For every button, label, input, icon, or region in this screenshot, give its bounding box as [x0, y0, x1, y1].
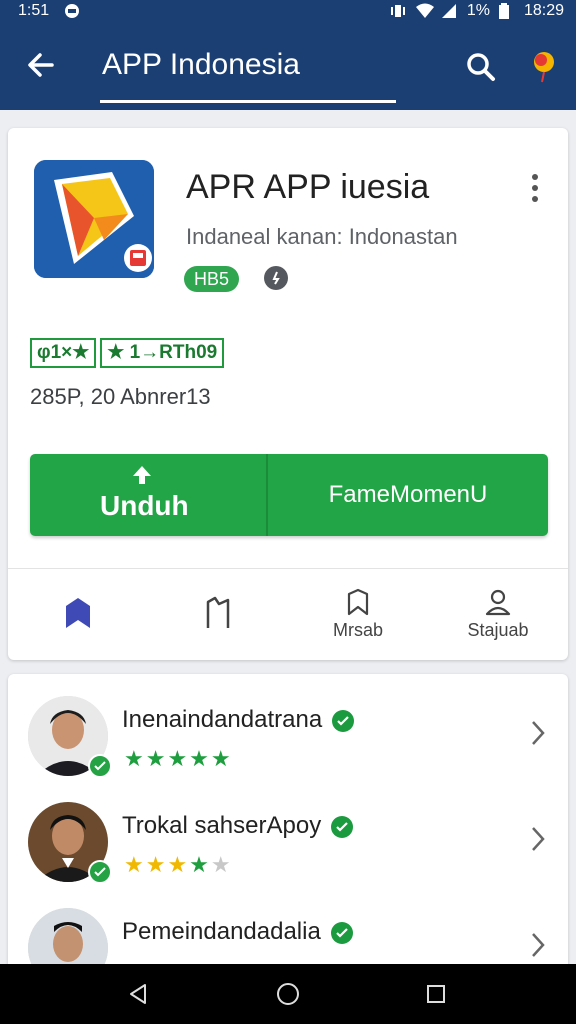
app-name: APR APP iuesia [186, 168, 430, 206]
star-rating: ★★★★★ [124, 852, 233, 878]
app-details-card: APR APP iuesia Indaneal kanan: Indonasta… [8, 128, 568, 660]
tab-bookmark[interactable] [148, 569, 288, 660]
battery-percent: 1% [466, 2, 490, 19]
vibrate-icon [389, 3, 407, 19]
review-item[interactable]: Inenaindandatrana ★★★★★ [8, 696, 568, 796]
square-recents-icon [427, 985, 445, 1003]
review-item[interactable]: Trokal sahserApoy ★★★★★ [8, 802, 568, 902]
more-options-button[interactable] [520, 168, 550, 208]
tab-home[interactable] [8, 569, 148, 660]
tab-label: Mrsab [332, 620, 383, 640]
signal-icon [441, 3, 459, 19]
circle-home-icon [277, 983, 299, 1005]
reviews-card: Inenaindandatrana ★★★★★ Trokal sahserApo… [8, 674, 568, 974]
back-arrow-icon [28, 53, 54, 77]
reviewer-name: Pemeindandadalia [122, 918, 321, 945]
star-rating-filled: ★★★★★ [124, 746, 233, 771]
verified-check-icon [332, 709, 355, 732]
battery-icon [498, 3, 516, 19]
app-logo-icon [34, 160, 154, 278]
status-time-left: 1:51 [18, 2, 50, 19]
nav-recents-button[interactable] [420, 978, 452, 1010]
search-icon [467, 53, 495, 81]
tab-wishlist[interactable]: Mrsab [288, 569, 428, 660]
rating-badge-2: ★ 1→RTh09 [100, 338, 225, 368]
chevron-right-icon[interactable] [528, 930, 548, 960]
bookmark-icon [206, 596, 230, 628]
rating-row: φ1×★ ★ 1→RTh09 [30, 338, 225, 368]
reviewer-name: Inenaindandatrana [122, 706, 323, 733]
nav-home-button[interactable] [272, 978, 304, 1010]
page-title: APP Indonesia [102, 48, 300, 81]
app-bar: APP Indonesia [0, 24, 576, 110]
rating-badge-1: φ1×★ [30, 338, 97, 368]
chevron-right-icon[interactable] [528, 718, 548, 748]
verified-badge-icon [88, 860, 112, 884]
bookmark-outline-icon [347, 588, 369, 616]
search-button[interactable] [460, 46, 502, 88]
more-dot-icon [532, 174, 538, 180]
more-dot-icon [532, 196, 538, 202]
chevron-right-icon[interactable] [528, 824, 548, 854]
verified-check-icon [331, 815, 354, 838]
tab-account[interactable]: Stajuab [428, 569, 568, 660]
wifi-icon [415, 3, 434, 19]
triangle-back-icon [130, 984, 146, 1004]
status-bar: 1:51 1% 18:29 [0, 0, 576, 24]
avatar [28, 802, 112, 884]
install-button[interactable]: Unduh [30, 454, 266, 536]
person-icon [485, 589, 511, 616]
verified-badge-icon [88, 754, 112, 778]
secondary-action-label: FameMomenU [328, 481, 488, 508]
bookmark-filled-icon [66, 597, 90, 628]
secondary-action-button[interactable]: FameMomenU [268, 454, 548, 536]
verified-check-icon [330, 921, 353, 944]
star-rating: ★★★★★ [124, 746, 233, 772]
review-name: Inenaindandatrana [122, 706, 355, 734]
balloon-icon [534, 52, 554, 83]
app-meta: 285P, 20 Abnrer13 [30, 384, 211, 409]
action-tabs: Mrsab Stajuab [8, 568, 568, 660]
review-name: Pemeindandadalia [122, 918, 353, 946]
balloon-button[interactable] [524, 46, 564, 88]
install-bar: Unduh FameMomenU [30, 454, 548, 536]
more-dot-icon [532, 185, 538, 191]
star-rating-filled: ★★★★ [124, 852, 211, 877]
app-developer: Indaneal kanan: Indonastan [186, 224, 458, 249]
back-button[interactable] [20, 44, 62, 86]
title-underline [100, 100, 396, 103]
star-empty-icon: ★ [210, 852, 233, 877]
info-icon[interactable] [264, 266, 288, 290]
install-label: Unduh [100, 490, 189, 521]
content-rating-badge: HB5 [184, 266, 240, 292]
tab-label: Stajuab [467, 620, 529, 640]
system-nav-bar [0, 964, 576, 1024]
reviewer-name: Trokal sahserApoy [122, 812, 322, 839]
review-name: Trokal sahserApoy [122, 812, 354, 840]
upload-arrow-icon [133, 466, 151, 484]
status-time-right: 18:29 [523, 2, 564, 19]
avatar [28, 696, 112, 778]
notification-icon [63, 3, 81, 19]
nav-back-button[interactable] [122, 978, 154, 1010]
